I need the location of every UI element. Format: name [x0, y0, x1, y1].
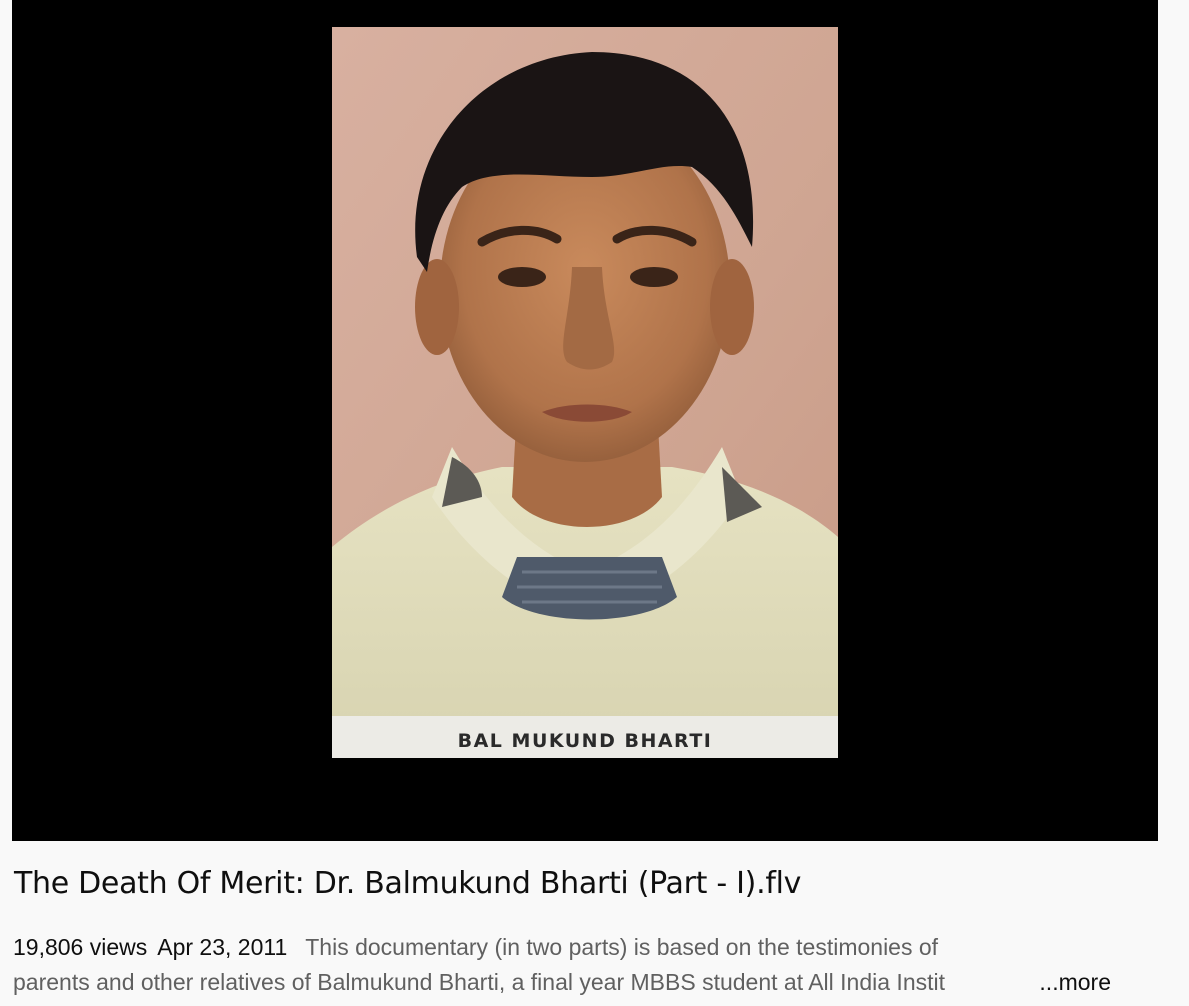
upload-date: Apr 23, 2011 [157, 934, 288, 960]
video-title: The Death Of Merit: Dr. Balmukund Bharti… [14, 866, 802, 901]
portrait-image [332, 27, 838, 758]
description-line-2: parents and other relatives of Balmukund… [13, 965, 1123, 1000]
video-frame-photo: BAL MUKUND BHARTI [332, 27, 838, 758]
view-count: 19,806 views [13, 934, 148, 960]
description-box[interactable]: 19,806 views Apr 23, 2011 This documentar… [13, 930, 1123, 1002]
more-button[interactable]: ...more [1037, 965, 1111, 1000]
photo-caption: BAL MUKUND BHARTI [332, 716, 838, 758]
watch-page: BAL MUKUND BHARTI The Death Of Merit: Dr… [0, 0, 1189, 1006]
description-line-1: 19,806 views Apr 23, 2011 This documentar… [13, 930, 1123, 965]
description-text-2: parents and other relatives of Balmukund… [13, 969, 946, 995]
video-meta: 19,806 views Apr 23, 2011 [13, 934, 305, 960]
description-fade [995, 965, 1035, 1000]
video-player[interactable]: BAL MUKUND BHARTI [12, 0, 1158, 841]
description-text-1: This documentary (in two parts) is based… [305, 934, 939, 960]
